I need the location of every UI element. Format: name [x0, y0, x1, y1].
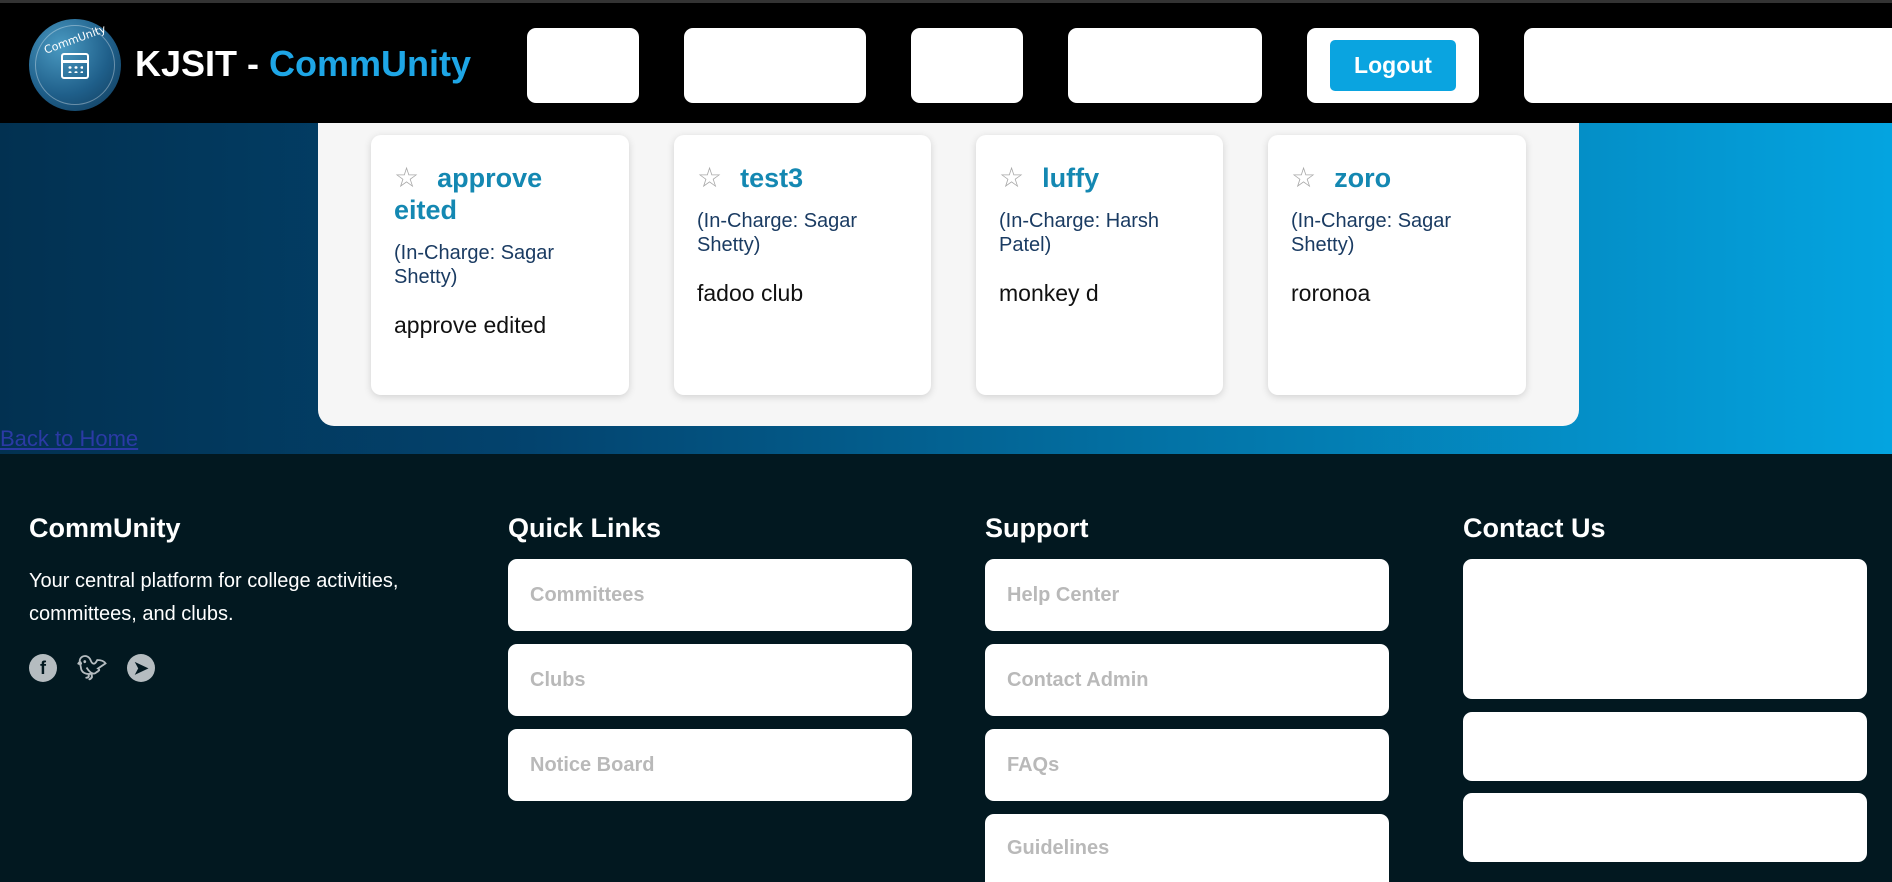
club-card[interactable]: ☆ zoro (In-Charge: Sagar Shetty) roronoa	[1268, 135, 1526, 395]
facebook-icon[interactable]: f	[29, 654, 57, 682]
club-card-title: ☆ approve eited	[394, 162, 606, 226]
star-icon[interactable]: ☆	[999, 162, 1024, 193]
support-title: Support	[985, 513, 1089, 543]
club-name: luffy	[1042, 163, 1100, 193]
club-name: test3	[740, 163, 804, 193]
nav-item-1[interactable]	[527, 28, 639, 103]
brand-accent: CommUnity	[269, 43, 472, 84]
club-card-title: ☆ test3	[697, 162, 908, 194]
contact-box-3	[1463, 793, 1867, 862]
club-description: approve edited	[394, 312, 547, 338]
club-description: fadoo club	[697, 280, 804, 306]
club-incharge: (In-Charge: Sagar Shetty)	[1291, 210, 1452, 256]
telegram-icon[interactable]: ➤	[127, 654, 155, 682]
footer-about-text: Your central platform for college activi…	[29, 570, 399, 625]
footer-link-clubs[interactable]: Clubs	[508, 644, 912, 716]
star-icon[interactable]: ☆	[394, 162, 419, 193]
contact-us-title: Contact Us	[1463, 513, 1606, 543]
top-navbar: CommUnity KJSIT - CommUnity Logout	[0, 0, 1892, 123]
footer-link-help-center[interactable]: Help Center	[985, 559, 1389, 631]
quick-links-title: Quick Links	[508, 513, 662, 543]
nav-item-3[interactable]	[911, 28, 1023, 103]
club-card-title: ☆ zoro	[1291, 162, 1503, 194]
club-name: zoro	[1334, 163, 1392, 193]
footer-link-committees[interactable]: Committees	[508, 559, 912, 631]
club-incharge: (In-Charge: Sagar Shetty)	[697, 210, 858, 256]
footer-link-guidelines[interactable]: Guidelines	[985, 814, 1389, 882]
nav-item-2[interactable]	[684, 28, 866, 103]
brand-prefix: KJSIT -	[135, 43, 270, 84]
footer-link-notice-board[interactable]: Notice Board	[508, 729, 912, 801]
contact-box-1	[1463, 559, 1867, 699]
brand-title: KJSIT - CommUnity	[135, 43, 471, 85]
twitter-icon[interactable]: 🐦︎	[77, 654, 107, 682]
logo[interactable]: CommUnity	[29, 19, 121, 111]
footer-link-faqs[interactable]: FAQs	[985, 729, 1389, 801]
club-card-title: ☆ luffy	[999, 162, 1200, 194]
footer-about-title: CommUnity	[29, 513, 181, 543]
back-to-home-link[interactable]: Back to Home	[0, 426, 138, 452]
club-description: monkey d	[999, 280, 1099, 306]
club-incharge: (In-Charge: Sagar Shetty)	[394, 242, 555, 288]
club-incharge: (In-Charge: Harsh Patel)	[999, 210, 1160, 256]
star-icon[interactable]: ☆	[1291, 162, 1316, 193]
club-card[interactable]: ☆ test3 (In-Charge: Sagar Shetty) fadoo c…	[674, 135, 931, 395]
contact-box-2	[1463, 712, 1867, 781]
footer-link-contact-admin[interactable]: Contact Admin	[985, 644, 1389, 716]
calendar-icon	[61, 53, 89, 79]
nav-item-profile[interactable]	[1524, 28, 1892, 103]
club-card[interactable]: ☆ luffy (In-Charge: Harsh Patel) monkey d	[976, 135, 1223, 395]
star-icon[interactable]: ☆	[697, 162, 722, 193]
club-description: roronoa	[1291, 280, 1371, 306]
club-card[interactable]: ☆ approve eited (In-Charge: Sagar Shetty)…	[371, 135, 629, 395]
nav-item-4[interactable]	[1068, 28, 1262, 103]
logout-button[interactable]: Logout	[1330, 40, 1456, 91]
